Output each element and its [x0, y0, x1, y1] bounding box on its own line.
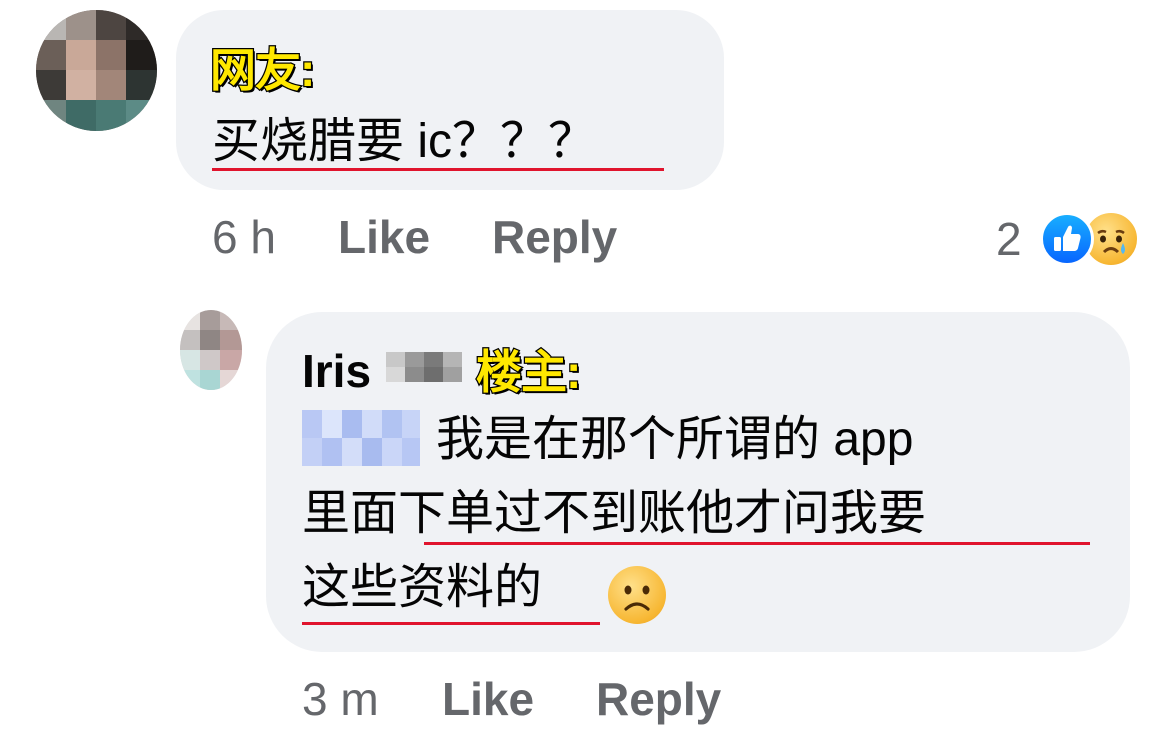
reaction-count[interactable]: 2: [996, 212, 1022, 266]
reply-timestamp[interactable]: 3 m: [302, 672, 379, 726]
like-button[interactable]: Like: [338, 210, 430, 264]
pixelated-avatar-image: [180, 310, 242, 390]
author-tag-op: 楼主:: [475, 345, 583, 400]
like-button[interactable]: Like: [442, 672, 534, 726]
comment-text: 买烧腊要 ic？？？: [212, 115, 597, 168]
comment-timestamp[interactable]: 6 h: [212, 210, 276, 264]
reply-text-line-2: 里面下单过不到账他才问我要: [302, 487, 927, 540]
blurred-mention: [302, 410, 420, 466]
reply-text-line-1: 我是在那个所谓的 app: [436, 413, 914, 466]
like-icon[interactable]: [1040, 212, 1094, 266]
pixelated-avatar-image: [36, 10, 157, 131]
reply-text-line-3: 这些资料的: [302, 561, 543, 614]
commenter-avatar-blurred[interactable]: [36, 10, 157, 131]
red-underline: [424, 542, 1090, 545]
blurred-surname: [386, 346, 462, 388]
replier-avatar-blurred[interactable]: [180, 310, 242, 390]
reply-button[interactable]: Reply: [596, 672, 721, 726]
reply-button[interactable]: Reply: [492, 210, 617, 264]
author-name[interactable]: Iris: [302, 344, 371, 398]
red-underline: [302, 622, 600, 625]
frowning-face-icon: [608, 566, 666, 624]
red-underline: [212, 168, 664, 171]
author-tag-netizen: 网友:: [209, 43, 317, 98]
